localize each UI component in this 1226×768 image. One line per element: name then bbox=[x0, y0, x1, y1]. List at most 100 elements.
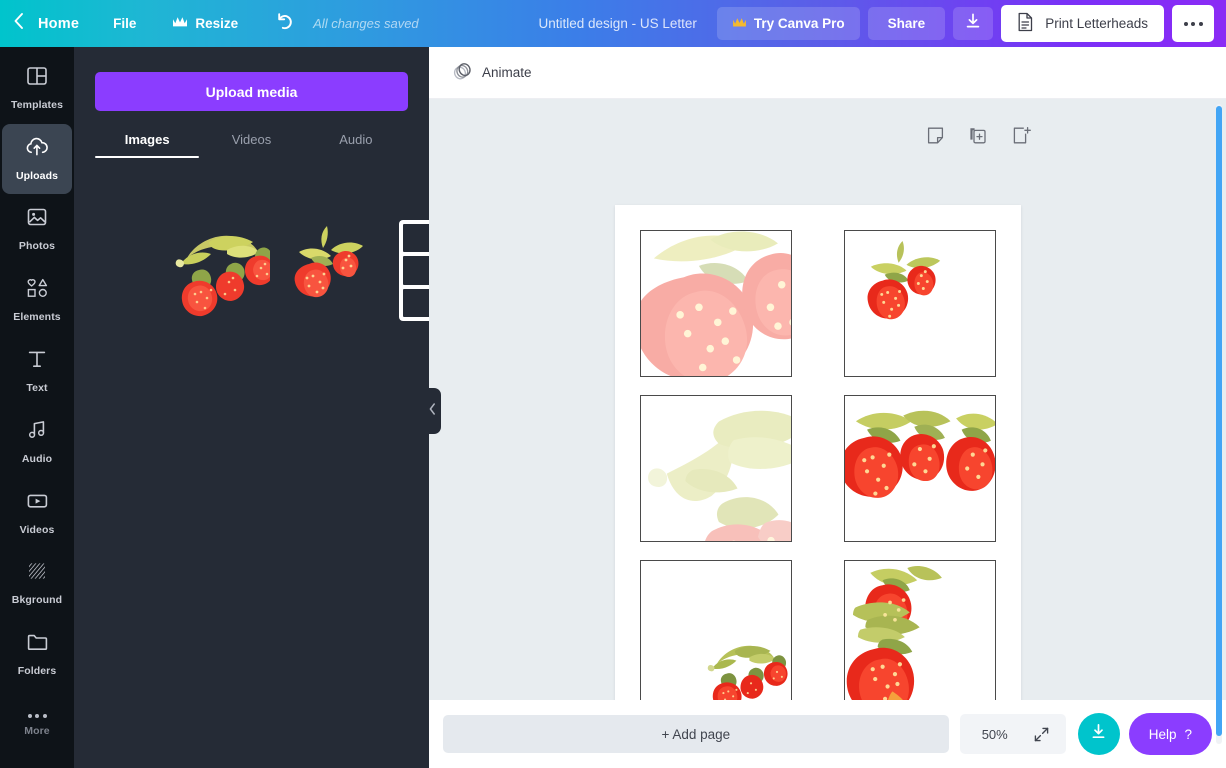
music-note-icon bbox=[26, 419, 48, 446]
context-toolbar: Animate bbox=[429, 47, 1226, 99]
scrollbar-thumb[interactable] bbox=[1216, 106, 1222, 736]
help-button[interactable]: Help ? bbox=[1128, 713, 1212, 755]
grid-cell-middle-left[interactable] bbox=[640, 395, 792, 542]
sidebar-item-photos[interactable]: Photos bbox=[2, 195, 72, 265]
expand-icon[interactable] bbox=[1026, 718, 1058, 750]
sidebar-item-audio[interactable]: Audio bbox=[2, 407, 72, 477]
download-fab-button[interactable] bbox=[1077, 713, 1120, 755]
photo-icon bbox=[26, 206, 48, 233]
chevron-left-icon bbox=[429, 402, 436, 420]
sidebar-item-text[interactable]: Text bbox=[2, 336, 72, 406]
top-toolbar-right: Untitled design - US Letter Try Canva Pr… bbox=[539, 0, 1226, 47]
shapes-icon bbox=[26, 277, 49, 304]
home-button[interactable]: Home bbox=[36, 16, 91, 32]
grid-cell-bottom-left[interactable] bbox=[640, 560, 792, 707]
more-options-button[interactable] bbox=[1172, 5, 1214, 42]
download-icon bbox=[964, 12, 982, 35]
sidebar-label: Bkground bbox=[11, 594, 63, 607]
print-label: Print Letterheads bbox=[1045, 16, 1148, 31]
folder-icon bbox=[26, 631, 49, 658]
sidebar-label: Uploads bbox=[15, 169, 59, 182]
strawberry-vertical-red bbox=[846, 566, 942, 705]
ellipsis-icon bbox=[1183, 21, 1203, 26]
zoom-level-value[interactable]: 50% bbox=[968, 727, 1022, 742]
grid-cell-top-right[interactable] bbox=[844, 230, 996, 377]
document-icon bbox=[1017, 12, 1034, 35]
add-page-icon[interactable] bbox=[1011, 126, 1031, 145]
resize-label: Resize bbox=[195, 16, 239, 31]
upload-media-button[interactable]: Upload media bbox=[95, 72, 408, 111]
help-label: Help bbox=[1148, 726, 1177, 742]
bottom-toolbar: + Add page 50% Help ? bbox=[429, 700, 1226, 768]
list-item[interactable] bbox=[279, 220, 380, 321]
print-letterheads-button[interactable]: Print Letterheads bbox=[1001, 5, 1164, 42]
strawberry-trio-red bbox=[845, 410, 995, 498]
grid-cell-bottom-right[interactable] bbox=[844, 560, 996, 707]
strawberry-cluster-thumbnail bbox=[294, 226, 363, 298]
strawberry-closeup-faded bbox=[641, 231, 791, 376]
sidebar-label: Templates bbox=[10, 98, 64, 111]
sidebar-label: Audio bbox=[21, 452, 53, 465]
resize-button[interactable]: Resize bbox=[158, 16, 252, 31]
tab-images[interactable]: Images bbox=[95, 120, 200, 158]
save-status-text: All changes saved bbox=[313, 16, 419, 31]
hatch-pattern-icon bbox=[26, 560, 48, 587]
notes-icon[interactable] bbox=[926, 126, 945, 145]
animate-label: Animate bbox=[482, 65, 532, 80]
video-icon bbox=[26, 490, 49, 517]
left-sidebar-rail: Templates Uploads Photos Elements Text A… bbox=[0, 47, 74, 768]
strawberry-pair-red bbox=[867, 240, 941, 320]
canvas-vertical-scrollbar[interactable] bbox=[1216, 104, 1222, 744]
page-tools bbox=[926, 126, 1031, 145]
ellipsis-icon bbox=[27, 713, 47, 718]
canva-editor: Home File Resize All changes saved Untit bbox=[0, 0, 1226, 768]
add-page-button[interactable]: + Add page bbox=[443, 715, 949, 753]
tab-videos[interactable]: Videos bbox=[199, 120, 303, 158]
pro-label: Try Canva Pro bbox=[753, 16, 845, 31]
uploads-panel: Upload media Images Videos Audio bbox=[74, 47, 479, 768]
sidebar-item-folders[interactable]: Folders bbox=[2, 619, 72, 689]
undo-icon bbox=[274, 12, 295, 35]
cloud-upload-icon bbox=[25, 136, 49, 163]
text-icon bbox=[26, 348, 48, 375]
list-item[interactable] bbox=[169, 220, 270, 321]
crown-icon bbox=[172, 16, 188, 31]
back-button[interactable] bbox=[0, 0, 36, 47]
grid-cell-middle-right[interactable] bbox=[844, 395, 996, 542]
duplicate-page-icon[interactable] bbox=[968, 126, 988, 145]
grid-cell-top-left[interactable] bbox=[640, 230, 792, 377]
chevron-left-icon bbox=[12, 12, 25, 35]
templates-icon bbox=[26, 65, 48, 92]
editor-area: Animate + Add page 50% Help ? bbox=[429, 47, 1226, 768]
animate-button[interactable]: Animate bbox=[442, 55, 542, 91]
sidebar-label: Videos bbox=[19, 523, 55, 536]
sidebar-label: Text bbox=[26, 382, 48, 395]
question-mark-icon: ? bbox=[1184, 726, 1192, 742]
canvas-scroll-area[interactable] bbox=[429, 99, 1226, 768]
design-page[interactable] bbox=[615, 205, 1021, 731]
zoom-controls: 50% bbox=[959, 714, 1066, 754]
sidebar-item-uploads[interactable]: Uploads bbox=[2, 123, 72, 194]
download-button[interactable] bbox=[953, 7, 994, 40]
collapse-panel-button[interactable] bbox=[423, 388, 441, 434]
file-menu-button[interactable]: File bbox=[91, 16, 158, 31]
sidebar-label: Elements bbox=[13, 311, 61, 324]
sidebar-item-elements[interactable]: Elements bbox=[2, 265, 72, 335]
sidebar-item-bkground[interactable]: Bkground bbox=[2, 549, 72, 619]
sidebar-item-videos[interactable]: Videos bbox=[2, 478, 72, 548]
design-title[interactable]: Untitled design - US Letter bbox=[539, 16, 697, 31]
sidebar-item-templates[interactable]: Templates bbox=[2, 53, 72, 123]
crown-icon bbox=[732, 16, 747, 31]
undo-button[interactable] bbox=[252, 12, 313, 35]
sidebar-item-more[interactable]: More bbox=[2, 690, 72, 760]
panel-tabs: Images Videos Audio bbox=[95, 120, 408, 158]
sidebar-label: Folders bbox=[17, 665, 57, 678]
strawberry-branch-small bbox=[707, 645, 788, 706]
share-button[interactable]: Share bbox=[867, 7, 946, 40]
tab-audio[interactable]: Audio bbox=[304, 120, 408, 158]
try-canva-pro-button[interactable]: Try Canva Pro bbox=[716, 7, 860, 40]
animate-icon bbox=[452, 61, 473, 85]
top-toolbar-left: Home File Resize All changes saved bbox=[0, 0, 419, 47]
sidebar-label: More bbox=[24, 724, 50, 737]
sidebar-label: Photos bbox=[18, 240, 56, 253]
